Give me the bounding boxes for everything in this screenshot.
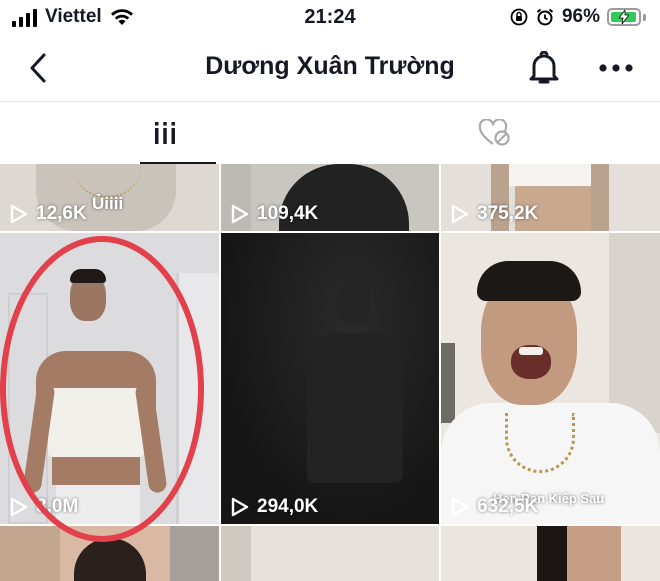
play-icon	[451, 497, 469, 517]
view-count-value: 375,2K	[477, 203, 539, 224]
view-count: 8,0M	[10, 496, 78, 518]
more-options-button[interactable]	[594, 48, 638, 88]
orientation-lock-icon	[510, 8, 528, 26]
profile-header: Dương Xuân Trường	[0, 36, 660, 100]
video-thumbnail[interactable]: 8,0M	[0, 233, 219, 524]
play-icon	[231, 497, 249, 517]
play-icon	[10, 204, 28, 224]
tab-videos[interactable]	[0, 102, 330, 164]
view-count: 294,0K	[231, 496, 318, 518]
alarm-icon	[536, 8, 554, 26]
video-grid: Ủiiii 12,6K 109,4K 375,2K 8,0M 294,0K Hẹ…	[0, 164, 660, 581]
video-thumbnail[interactable]	[221, 526, 439, 581]
more-dots-icon	[599, 64, 633, 72]
view-count-value: 8,0M	[36, 496, 79, 517]
video-thumbnail[interactable]: Ủiiii 12,6K	[0, 164, 219, 231]
status-right: 96%	[510, 6, 646, 28]
video-thumbnail[interactable]: Hẹn Pạn Kiếp Sau 632,5K	[441, 233, 660, 524]
battery-percent: 96%	[561, 6, 600, 27]
tab-liked[interactable]	[330, 102, 660, 164]
video-thumbnail[interactable]: 294,0K	[221, 233, 439, 524]
bell-icon	[529, 51, 559, 84]
play-icon	[231, 204, 249, 224]
video-thumbnail[interactable]: 375,2K	[441, 164, 660, 231]
status-bar: Viettel 21:24 96%	[0, 0, 660, 36]
video-thumbnail[interactable]: 109,4K	[221, 164, 439, 231]
battery-icon	[607, 8, 646, 26]
view-count: 375,2K	[451, 203, 538, 225]
view-count: 109,4K	[231, 203, 318, 225]
play-icon	[10, 497, 28, 517]
play-icon	[451, 204, 469, 224]
video-caption: Ủiiii	[92, 194, 124, 213]
view-count-value: 109,4K	[257, 203, 319, 224]
view-count: 12,6K	[10, 203, 87, 225]
grid-icon	[155, 122, 175, 144]
liked-hidden-icon	[478, 119, 510, 146]
view-count-value: 632,5K	[477, 496, 539, 517]
notifications-button[interactable]	[524, 48, 564, 88]
video-thumbnail[interactable]	[441, 526, 660, 581]
view-count-value: 294,0K	[257, 496, 319, 517]
video-thumbnail[interactable]	[0, 526, 219, 581]
view-count-value: 12,6K	[36, 203, 87, 224]
view-count: 632,5K	[451, 496, 538, 518]
profile-tabs	[0, 102, 660, 165]
